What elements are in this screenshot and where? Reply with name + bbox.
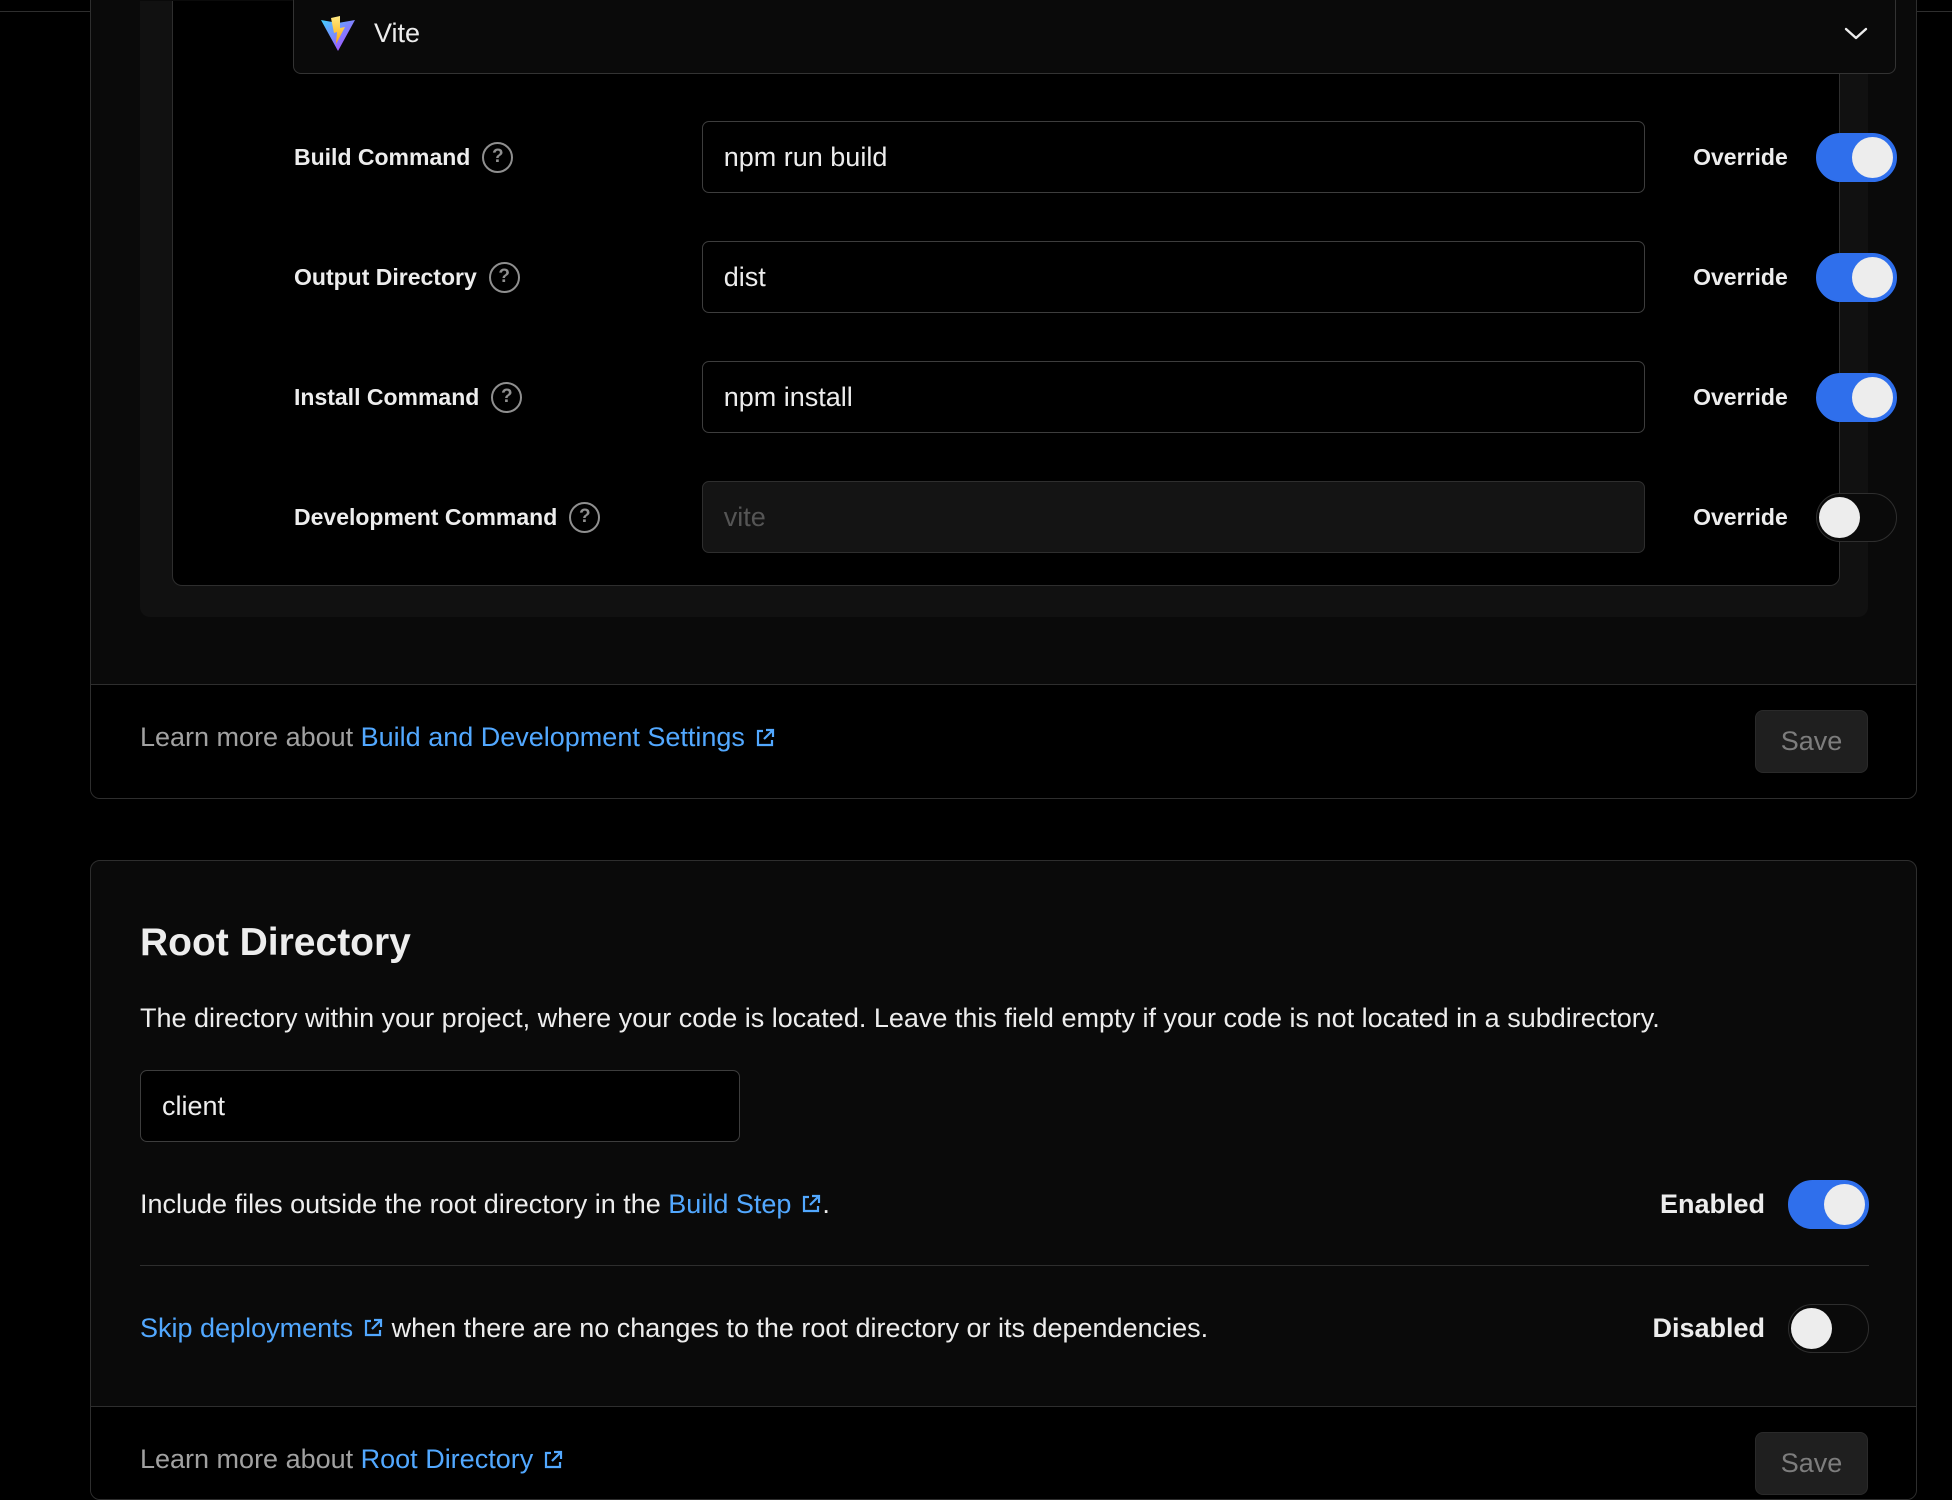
output-directory-row: Output Directory? dist Override: [294, 241, 1898, 313]
skip-deployments-toggle[interactable]: [1788, 1303, 1869, 1353]
skip-deployments-link[interactable]: Skip deployments: [140, 1313, 384, 1344]
root-directory-card: Root Directory The directory within your…: [90, 860, 1917, 1500]
install-command-row: Install Command? npm install Override: [294, 361, 1898, 433]
development-command-override-toggle[interactable]: [1816, 492, 1898, 542]
toggle-knob: [1824, 1183, 1865, 1225]
external-link-icon: [365, 1318, 383, 1337]
framework-preset-select[interactable]: Vite: [293, 0, 1896, 74]
help-icon[interactable]: ?: [569, 501, 601, 533]
install-command-label: Install Command: [294, 383, 480, 410]
output-directory-label: Output Directory: [294, 263, 477, 290]
section-title: Root Directory: [140, 921, 411, 964]
development-command-row: Development Command? vite Override: [294, 481, 1898, 553]
chevron-down-icon: [1844, 27, 1868, 40]
external-link-icon: [545, 1450, 563, 1468]
skip-deployments-text: when there are no changes to the root di…: [384, 1312, 1209, 1343]
toggle-knob: [1791, 1307, 1832, 1349]
build-command-input[interactable]: npm run build: [701, 121, 1646, 193]
help-icon[interactable]: ?: [482, 141, 514, 173]
toggle-knob: [1819, 496, 1861, 538]
build-command-label: Build Command: [294, 143, 471, 170]
root-directory-input[interactable]: client: [140, 1070, 740, 1142]
external-link-icon: [803, 1194, 821, 1213]
card-footer: Learn more about Root Directory Save: [91, 1407, 1916, 1499]
build-command-row: Build Command? npm run build Override: [294, 121, 1898, 193]
root-directory-docs-link[interactable]: Root Directory: [361, 1444, 565, 1475]
install-command-input[interactable]: npm install: [701, 361, 1646, 433]
build-settings-card: Vite Build Command? npm run build Overri…: [90, 0, 1917, 799]
output-directory-input[interactable]: dist: [701, 241, 1646, 313]
learn-more-text: Learn more about: [140, 722, 354, 752]
override-label: Override: [1693, 383, 1788, 410]
external-link-icon: [756, 728, 775, 746]
include-files-toggle[interactable]: [1788, 1179, 1869, 1229]
toggle-knob: [1852, 376, 1894, 418]
include-files-text: Include files outside the root directory…: [140, 1188, 669, 1219]
build-command-override-toggle[interactable]: [1816, 132, 1898, 182]
override-label: Override: [1693, 503, 1788, 530]
card-footer: Learn more about Build and Development S…: [91, 685, 1916, 798]
skip-deployments-row: Skip deployments when there are no chang…: [140, 1298, 1869, 1358]
save-button[interactable]: Save: [1755, 710, 1868, 773]
skip-deployments-state-label: Disabled: [1652, 1312, 1765, 1343]
help-icon[interactable]: ?: [491, 381, 523, 413]
override-label: Override: [1693, 143, 1788, 170]
toggle-knob: [1852, 136, 1894, 178]
include-files-suffix: .: [822, 1188, 830, 1219]
save-button[interactable]: Save: [1755, 1432, 1868, 1495]
override-label: Override: [1693, 263, 1788, 290]
build-settings-docs-link[interactable]: Build and Development Settings: [361, 722, 776, 753]
framework-name: Vite: [374, 18, 421, 48]
development-command-input[interactable]: vite: [701, 481, 1646, 553]
output-directory-override-toggle[interactable]: [1816, 252, 1898, 302]
section-description: The directory within your project, where…: [140, 1003, 1660, 1033]
row-divider: [140, 1265, 1869, 1266]
include-files-state-label: Enabled: [1659, 1188, 1765, 1219]
help-icon[interactable]: ?: [488, 261, 520, 293]
toggle-knob: [1852, 256, 1894, 298]
learn-more-text: Learn more about: [140, 1444, 354, 1474]
vite-logo-icon: [321, 15, 355, 51]
include-files-row: Include files outside the root directory…: [140, 1174, 1869, 1234]
build-step-link[interactable]: Build Step: [668, 1189, 822, 1220]
development-command-label: Development Command: [294, 503, 558, 530]
install-command-override-toggle[interactable]: [1816, 372, 1898, 422]
